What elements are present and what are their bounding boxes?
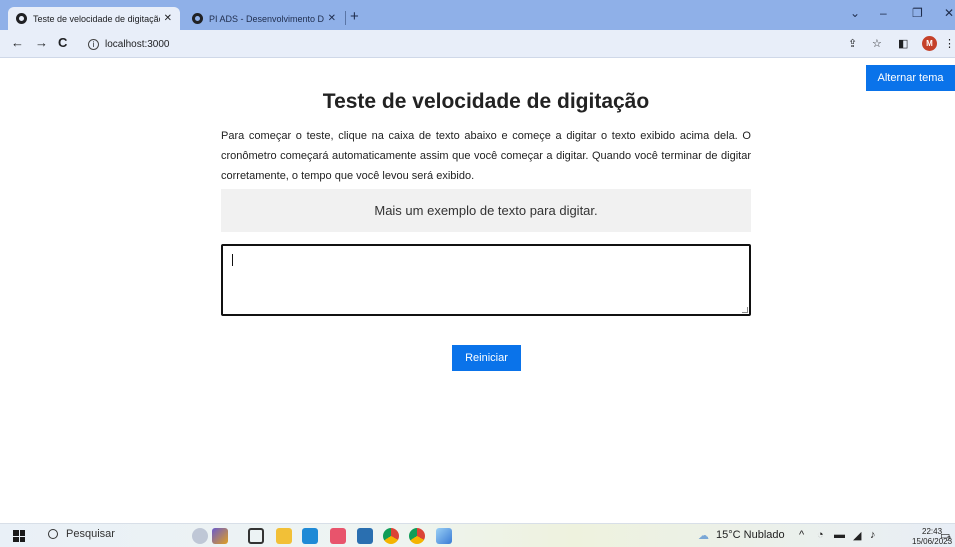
url-text: localhost:3000 — [105, 38, 170, 50]
new-tab-button[interactable]: + — [350, 8, 359, 25]
onedrive-icon[interactable]: ◔ — [817, 529, 824, 541]
volume-icon[interactable]: ♪ — [870, 529, 876, 541]
typing-input[interactable] — [221, 244, 751, 316]
menu-kebab-icon[interactable]: ⋮ — [944, 37, 955, 50]
app-icon[interactable] — [436, 528, 452, 544]
tab-typing-test[interactable]: Teste de velocidade de digitação ✕ — [8, 7, 180, 30]
globe-icon — [16, 13, 27, 24]
cloud-icon: ☁ — [698, 530, 709, 542]
browser-tabstrip: Teste de velocidade de digitação ✕ PI AD… — [0, 0, 955, 30]
instructions-text: Para começar o teste, clique na caixa de… — [221, 130, 751, 182]
text-caret — [232, 254, 233, 266]
chrome-profile-icon[interactable] — [409, 528, 425, 544]
globe-icon — [192, 13, 203, 24]
close-window-icon[interactable]: ✕ — [944, 6, 954, 20]
share-icon[interactable]: ⇪ — [848, 37, 857, 50]
reset-button[interactable]: Reiniciar — [452, 345, 521, 371]
weather-widget-icon[interactable] — [192, 528, 208, 544]
taskbar-search-label: Pesquisar — [66, 528, 115, 540]
vscode-icon[interactable] — [302, 528, 318, 544]
side-panel-icon[interactable]: ◧ — [898, 37, 908, 50]
ms-rewards-icon[interactable] — [212, 528, 228, 544]
tray-chevron-icon[interactable]: ^ — [799, 529, 804, 541]
minimize-icon[interactable]: – — [880, 6, 887, 20]
forward-arrow-icon[interactable]: → — [35, 35, 48, 50]
tab-title: PI ADS - Desenvolvimento Deskt — [209, 13, 324, 24]
tab-close-icon[interactable]: ✕ — [328, 13, 336, 24]
file-explorer-icon[interactable] — [276, 528, 292, 544]
profile-avatar[interactable]: M — [922, 36, 937, 51]
tab-close-icon[interactable]: ✕ — [164, 13, 172, 24]
tab-pi-ads[interactable]: PI ADS - Desenvolvimento Deskt ✕ — [184, 7, 344, 30]
windows-start-icon[interactable] — [13, 530, 25, 542]
task-view-icon[interactable] — [248, 528, 264, 544]
chrome-icon[interactable] — [383, 528, 399, 544]
restore-icon[interactable]: ❐ — [912, 6, 923, 20]
tab-search-chevron-icon[interactable]: ⌄ — [850, 6, 860, 20]
notification-count: 2 — [947, 536, 951, 543]
reload-icon[interactable]: C — [58, 35, 67, 50]
page-title: Teste de velocidade de digitação — [322, 90, 650, 113]
battery-icon[interactable]: ▬ — [834, 529, 845, 541]
tab-title: Teste de velocidade de digitação — [33, 13, 160, 24]
resize-grip-icon[interactable] — [742, 307, 748, 313]
browser-toolbar: ← → C i localhost:3000 ⇪ ☆ ◧ ⋮ — [0, 30, 955, 58]
taskbar-search[interactable]: Pesquisar — [48, 528, 115, 540]
site-info-icon[interactable]: i — [88, 38, 99, 50]
app-icon[interactable] — [330, 528, 346, 544]
back-arrow-icon[interactable]: ← — [11, 35, 24, 50]
toggle-theme-button[interactable]: Alternar tema — [866, 65, 955, 91]
sample-text-box: Mais um exemplo de texto para digitar. — [221, 189, 751, 232]
app-icon[interactable] — [357, 528, 373, 544]
bookmark-star-icon[interactable]: ☆ — [872, 37, 882, 50]
windows-taskbar: Pesquisar ☁ 15°C Nublado ^ ◔ ▬ ◢ ♪ 22:43… — [0, 523, 955, 547]
tab-separator — [345, 11, 346, 25]
search-icon — [48, 529, 58, 539]
address-bar[interactable]: i localhost:3000 — [82, 34, 842, 54]
network-icon[interactable]: ◢ — [853, 529, 861, 542]
weather-text[interactable]: 15°C Nublado — [716, 529, 785, 541]
